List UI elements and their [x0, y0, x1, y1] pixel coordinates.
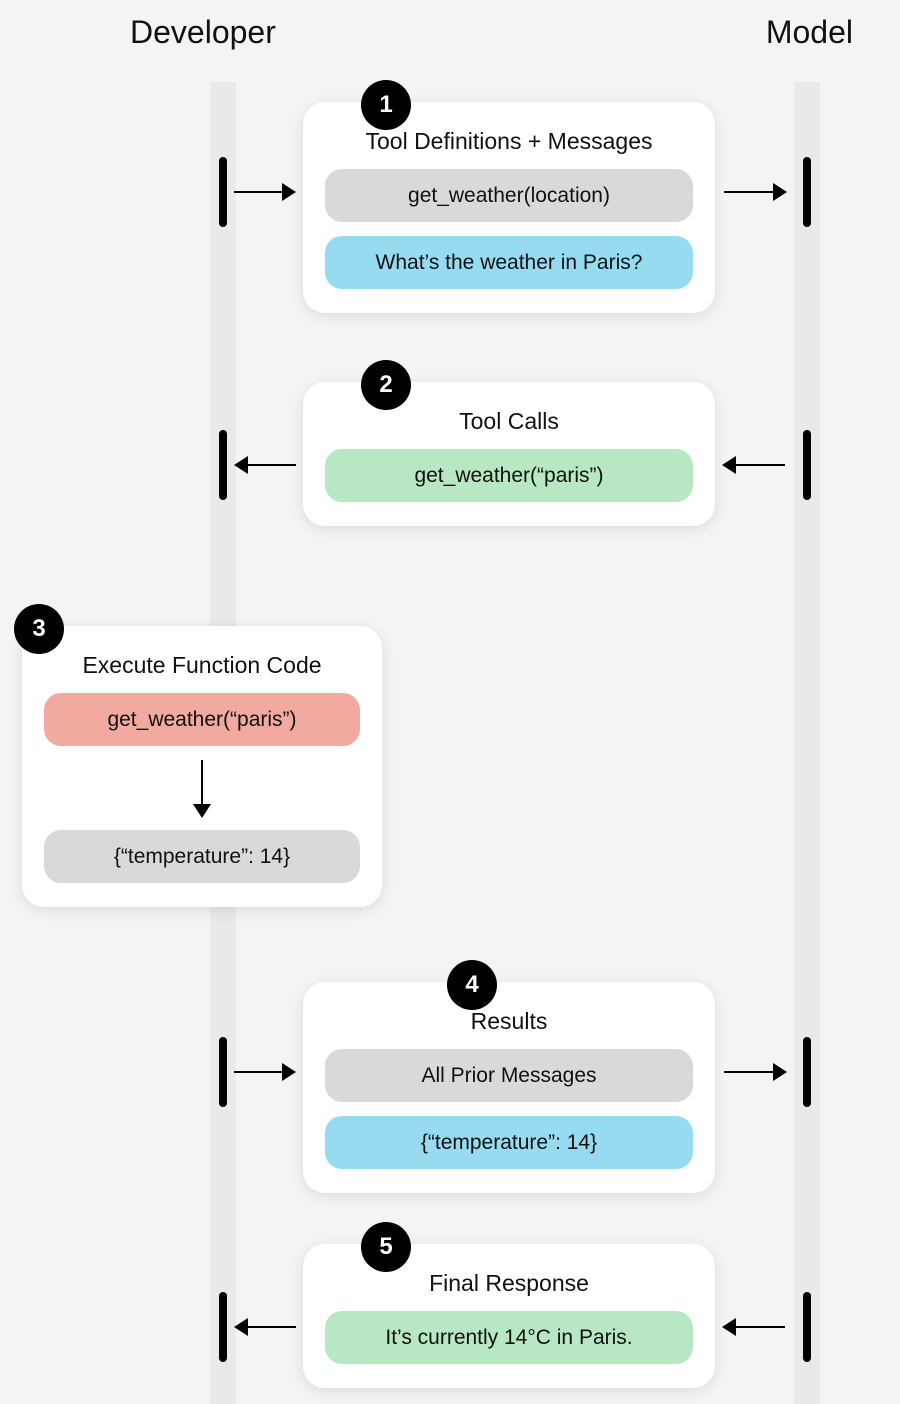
step-4-prior-messages-pill: All Prior Messages — [325, 1049, 693, 1102]
step-1-user-message-pill: What’s the weather in Paris? — [325, 236, 693, 289]
step-4-badge: 4 — [447, 960, 497, 1010]
step-2-tool-call-pill: get_weather(“paris”) — [325, 449, 693, 502]
step-3-title: Execute Function Code — [44, 652, 360, 679]
developer-tick-1 — [219, 157, 227, 227]
step-4-result-pill: {“temperature”: 14} — [325, 1116, 693, 1169]
step-2-badge: 2 — [361, 360, 411, 410]
step-1-title: Tool Definitions + Messages — [325, 128, 693, 155]
step-5-response-pill: It’s currently 14°C in Paris. — [325, 1311, 693, 1364]
step-3-result-pill: {“temperature”: 14} — [44, 830, 360, 883]
arrow-model-to-card-5 — [724, 1326, 785, 1328]
step-3-function-call-pill: get_weather(“paris”) — [44, 693, 360, 746]
diagram-stage: Developer Model 1 Tool Definitions + Mes… — [0, 0, 900, 1404]
arrow-card-5-to-dev — [236, 1326, 296, 1328]
step-3-badge: 3 — [14, 604, 64, 654]
model-tick-1 — [803, 157, 811, 227]
arrow-card-4-to-model — [724, 1071, 785, 1073]
model-tick-2 — [803, 430, 811, 500]
arrow-model-to-card-2 — [724, 464, 785, 466]
arrow-dev-to-card-1 — [234, 191, 294, 193]
step-4-card: Results All Prior Messages {“temperature… — [303, 982, 715, 1193]
developer-tick-4 — [219, 1037, 227, 1107]
model-column-label: Model — [766, 14, 853, 51]
step-1-tool-definition-pill: get_weather(location) — [325, 169, 693, 222]
arrow-card-1-to-model — [724, 191, 785, 193]
model-tick-5 — [803, 1292, 811, 1362]
step-2-card: Tool Calls get_weather(“paris”) — [303, 382, 715, 526]
step-1-card: Tool Definitions + Messages get_weather(… — [303, 102, 715, 313]
down-arrow-icon — [201, 760, 203, 816]
step-2-title: Tool Calls — [325, 408, 693, 435]
step-5-title: Final Response — [325, 1270, 693, 1297]
model-lane — [794, 82, 820, 1404]
arrow-card-2-to-dev — [236, 464, 296, 466]
step-4-title: Results — [325, 1008, 693, 1035]
step-5-card: Final Response It’s currently 14°C in Pa… — [303, 1244, 715, 1388]
model-tick-4 — [803, 1037, 811, 1107]
developer-column-label: Developer — [130, 14, 276, 51]
step-1-badge: 1 — [361, 80, 411, 130]
developer-tick-5 — [219, 1292, 227, 1362]
step-3-card: Execute Function Code get_weather(“paris… — [22, 626, 382, 907]
arrow-dev-to-card-4 — [234, 1071, 294, 1073]
developer-tick-2 — [219, 430, 227, 500]
step-5-badge: 5 — [361, 1222, 411, 1272]
